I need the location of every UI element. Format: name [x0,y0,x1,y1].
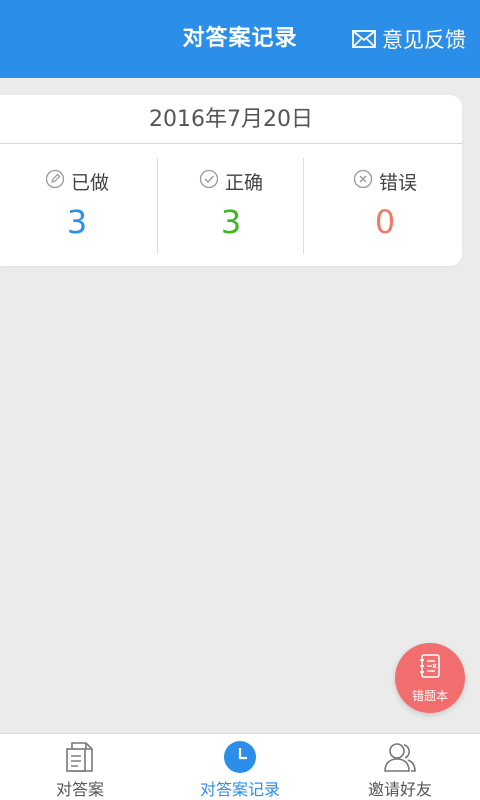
document-icon [62,740,98,774]
stat-divider [157,158,158,254]
stat-done-value: 3 [66,203,88,241]
stat-wrong-value: 0 [374,203,396,241]
tab-answers-label: 对答案 [55,780,104,799]
stat-done-label: 已做 [70,171,109,194]
feedback-label: 意见反馈 [382,28,466,52]
tab-invite-friends-label: 邀请好友 [367,780,432,799]
wrong-questions-label: 错题本 [411,688,448,703]
tab-invite-friends[interactable]: 邀请好友 [320,734,480,800]
stat-done: 已做 3 [0,144,154,266]
tab-answer-records[interactable]: 对答案记录 [160,734,320,800]
stat-correct-value: 3 [220,203,242,241]
tab-answers[interactable]: 对答案 [0,734,160,800]
record-date: 2016年7月20日 [0,95,462,144]
friends-icon [382,740,418,774]
app-screen: 对答案记录 意见反馈 2016年7月20日 已做 3 正确 3 错误 0 错题本… [0,0,480,800]
stat-correct-label: 正确 [224,171,263,194]
stat-divider [303,158,304,254]
top-bar: 对答案记录 意见反馈 [0,0,480,78]
envelope-icon [352,30,376,48]
check-circle-icon [199,169,219,194]
tab-answer-records-label: 对答案记录 [199,780,280,799]
pencil-circle-icon [45,169,65,194]
notebook-icon [417,653,443,683]
x-circle-icon [353,169,373,194]
record-card[interactable]: 2016年7月20日 已做 3 正确 3 错误 0 [0,95,462,266]
stat-wrong-label: 错误 [378,171,417,194]
bottom-tab-bar: 对答案 对答案记录 邀请好友 [0,733,480,800]
stat-wrong: 错误 0 [308,144,462,266]
wrong-questions-button[interactable]: 错题本 [395,643,465,713]
record-stats: 已做 3 正确 3 错误 0 [0,144,462,266]
stat-correct: 正确 3 [154,144,308,266]
clock-icon [222,740,258,774]
feedback-button[interactable]: 意见反馈 [352,0,466,78]
